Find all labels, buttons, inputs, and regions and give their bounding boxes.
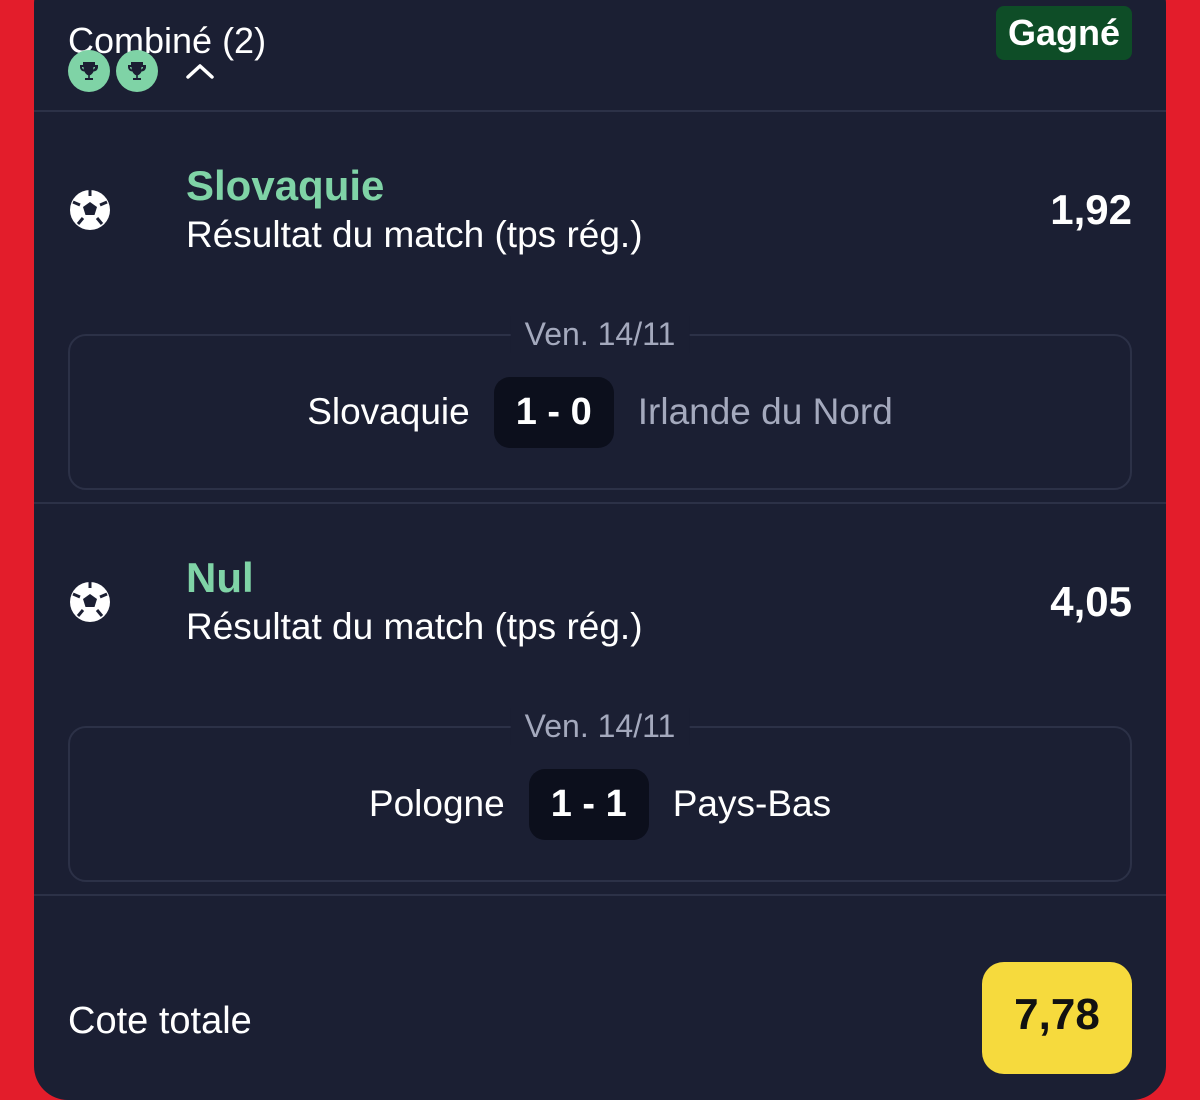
bet-header: Combiné (2) Gagné [34,0,1166,112]
selection-market: Résultat du match (tps rég.) [186,606,643,647]
selection-odds: 4,05 [1050,578,1132,625]
selection-item: Slovaquie Résultat du match (tps rég.) 1… [34,112,1166,504]
bet-slip-card: Combiné (2) Gagné Slovaquie Résultat du … [34,0,1166,1100]
home-team: Slovaquie [307,391,470,432]
match-row: Pologne 1 - 1 Pays-Bas [70,768,1130,840]
won-status-badge: Gagné [995,6,1132,60]
chevron-up-icon[interactable] [180,51,220,91]
match-date: Ven. 14/11 [510,316,690,353]
selection-item: Nul Résultat du match (tps rég.) 4,05 Ve… [34,504,1166,896]
total-odds-label: Cote totale [68,1000,252,1042]
trophy-row [68,50,220,92]
soccer-ball-icon [68,580,112,624]
selection-odds: 1,92 [1050,186,1132,233]
home-team: Pologne [368,783,505,824]
selection-market: Résultat du match (tps rég.) [186,214,643,255]
match-box: Ven. 14/11 Slovaquie 1 - 0 Irlande du No… [68,316,1132,490]
match-box: Ven. 14/11 Pologne 1 - 1 Pays-Bas [68,708,1132,882]
away-team: Irlande du Nord [637,391,893,432]
trophy-icon [68,50,110,92]
away-team: Pays-Bas [672,783,832,824]
soccer-ball-icon [68,188,112,232]
selection-pick: Slovaquie [186,162,385,209]
selection-pick: Nul [186,554,254,601]
match-row: Slovaquie 1 - 0 Irlande du Nord [70,376,1130,448]
match-date: Ven. 14/11 [510,708,690,745]
match-score: 1 - 1 [528,768,649,840]
total-odds-badge: 7,78 [982,962,1132,1074]
match-score: 1 - 0 [493,376,614,448]
trophy-icon [116,50,158,92]
